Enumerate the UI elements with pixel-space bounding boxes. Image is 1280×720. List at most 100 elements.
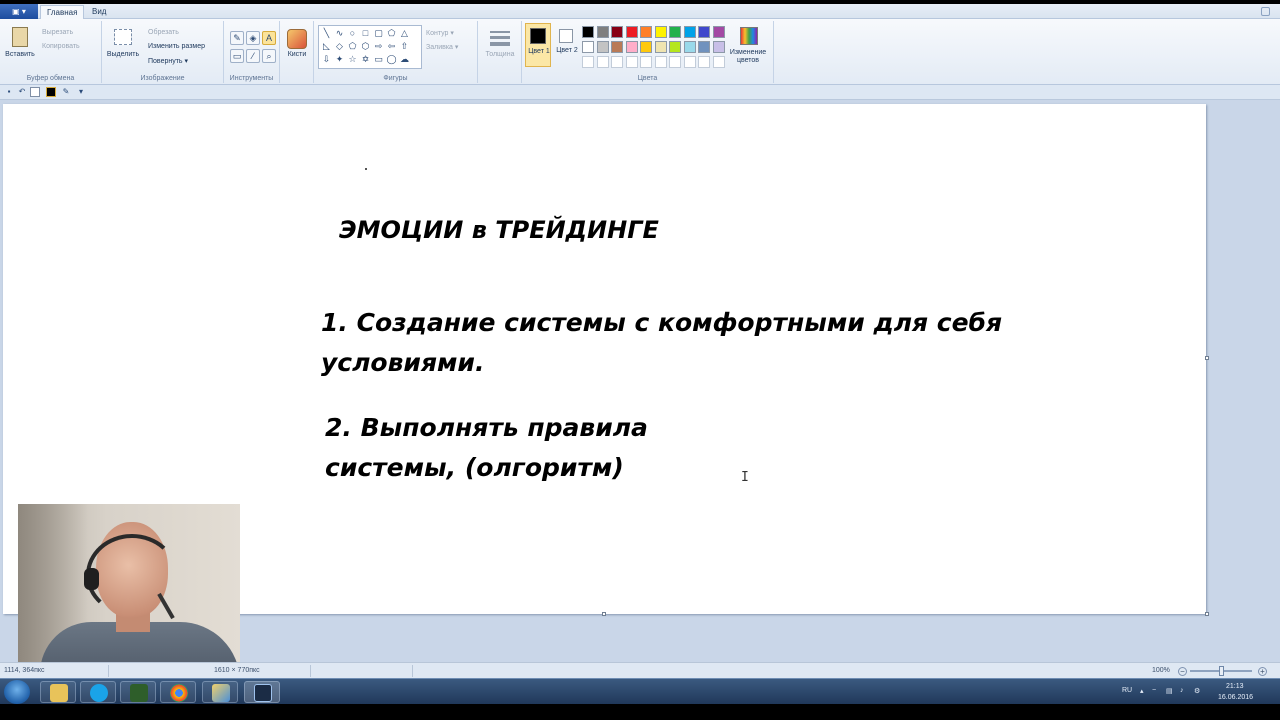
cut-button[interactable]: Вырезать	[42, 29, 73, 36]
empty-color-swatch[interactable]	[625, 56, 638, 68]
empty-color-swatch[interactable]	[640, 56, 652, 68]
fill-icon[interactable]: ◈	[246, 31, 260, 45]
triangle-shape-icon[interactable]: △	[399, 28, 410, 39]
color-swatch[interactable]	[625, 41, 638, 53]
color-swatch[interactable]	[712, 26, 725, 38]
brush-icon[interactable]	[287, 29, 307, 49]
paste-icon[interactable]	[12, 27, 28, 47]
callout-cloud-shape-icon[interactable]: ☁	[399, 54, 410, 65]
save-icon[interactable]: ▪	[4, 87, 14, 97]
crop-button[interactable]: Обрезать	[148, 29, 179, 36]
tray-expand-icon[interactable]: ▴	[1140, 687, 1144, 695]
arrow-down-shape-icon[interactable]: ⇩	[321, 54, 332, 65]
clock-date[interactable]: 16.06.2016	[1218, 694, 1253, 701]
empty-color-swatch[interactable]	[669, 56, 681, 68]
color-swatch[interactable]	[582, 26, 594, 38]
color-swatch[interactable]	[683, 26, 696, 38]
empty-color-swatch[interactable]	[683, 56, 696, 68]
zoom-out-button[interactable]: −	[1178, 667, 1187, 676]
rectangle-shape-icon[interactable]: □	[360, 28, 371, 39]
resize-button[interactable]: Изменить размер	[148, 43, 205, 50]
color-swatch[interactable]	[683, 41, 696, 53]
empty-color-swatch[interactable]	[654, 56, 667, 68]
fill-button[interactable]: Заливка ▾	[426, 43, 458, 51]
network-icon[interactable]: ▤	[1166, 687, 1173, 695]
new-icon[interactable]	[30, 87, 40, 97]
callout-oval-shape-icon[interactable]: ◯	[386, 54, 397, 65]
taskbar-paint[interactable]	[202, 681, 238, 703]
shapes-gallery[interactable]: ╲ ∿ ○ □ ▢ ⬠ △ ◺ ◇ ⬠ ⬡ ⇨ ⇦ ⇧ ⇩ ✦ ☆ ✡ ▭ ◯	[318, 25, 422, 69]
taskbar-explorer[interactable]	[40, 681, 76, 703]
zoom-in-button[interactable]: +	[1258, 667, 1267, 676]
color2-button[interactable]: Цвет 2	[554, 23, 580, 67]
copy-button[interactable]: Копировать	[42, 43, 80, 50]
paste-button[interactable]: Вставить	[2, 51, 38, 58]
right-triangle-shape-icon[interactable]: ◺	[321, 41, 332, 52]
color-swatch[interactable]	[640, 26, 652, 38]
language-indicator[interactable]: RU	[1122, 687, 1132, 694]
color-swatch[interactable]	[596, 26, 609, 38]
color-swatch[interactable]	[654, 41, 667, 53]
star5-shape-icon[interactable]: ☆	[347, 54, 358, 65]
color-swatch[interactable]	[596, 41, 609, 53]
taskbar-trading-app[interactable]	[120, 681, 156, 703]
outline-button[interactable]: Контур ▾	[426, 29, 454, 37]
empty-color-swatch[interactable]	[582, 56, 594, 68]
tab-home[interactable]: Главная	[40, 5, 85, 19]
taskbar-skype[interactable]	[80, 681, 116, 703]
color-swatch[interactable]	[582, 41, 594, 53]
zoom-slider-thumb[interactable]	[1219, 666, 1224, 676]
pencil-icon[interactable]: ✎	[230, 31, 244, 45]
eraser-icon[interactable]: ▭	[230, 49, 244, 63]
diamond-shape-icon[interactable]: ◇	[334, 41, 345, 52]
empty-color-swatch[interactable]	[596, 56, 609, 68]
tab-view[interactable]: Вид	[86, 5, 112, 19]
color-swatch[interactable]	[611, 26, 623, 38]
text-tool-icon[interactable]: A	[262, 31, 276, 45]
taskbar-recorder[interactable]	[244, 681, 280, 703]
color-swatch[interactable]	[698, 26, 710, 38]
empty-color-swatch[interactable]	[698, 56, 710, 68]
color1-button[interactable]: Цвет 1	[525, 23, 551, 67]
brushes-button[interactable]: Кисти	[280, 51, 314, 58]
star6-shape-icon[interactable]: ✡	[360, 54, 371, 65]
edit-colors-button[interactable]: Изменение цветов	[722, 49, 774, 65]
hexagon-shape-icon[interactable]: ⬡	[360, 41, 371, 52]
callout-rect-shape-icon[interactable]: ▭	[373, 54, 384, 65]
edit-colors-icon[interactable]	[740, 27, 758, 45]
pencil-icon[interactable]: ✎	[61, 87, 71, 97]
pentagon-shape-icon[interactable]: ⬠	[347, 41, 358, 52]
oval-shape-icon[interactable]: ○	[347, 28, 358, 39]
select-button[interactable]: Выделить	[102, 51, 144, 58]
resize-handle-corner[interactable]	[1205, 612, 1209, 616]
rounded-rect-shape-icon[interactable]: ▢	[373, 28, 384, 39]
curve-shape-icon[interactable]: ∿	[334, 28, 345, 39]
app-menu-button[interactable]: ▣ ▾	[0, 4, 38, 19]
line-shape-icon[interactable]: ╲	[321, 28, 332, 39]
color-swatch[interactable]	[654, 26, 667, 38]
volume-icon[interactable]: ♪	[1180, 687, 1184, 694]
start-button[interactable]	[4, 680, 30, 704]
color-swatch[interactable]	[611, 41, 623, 53]
star4-shape-icon[interactable]: ✦	[334, 54, 345, 65]
settings-icon[interactable]: ⚙	[1194, 687, 1200, 695]
arrow-left-shape-icon[interactable]: ⇦	[386, 41, 397, 52]
color-swatch[interactable]	[625, 26, 638, 38]
clock-time[interactable]: 21:13	[1226, 683, 1244, 690]
customize-chevron-down-icon[interactable]: ▾	[76, 87, 86, 97]
rotate-button[interactable]: Повернуть ▾	[148, 57, 188, 65]
tray-minus-icon[interactable]: −	[1152, 687, 1156, 694]
resize-handle-right[interactable]	[1205, 356, 1209, 360]
undo-icon[interactable]: ↶	[17, 87, 27, 97]
ribbon-help-icon[interactable]	[1261, 7, 1270, 16]
polygon-shape-icon[interactable]: ⬠	[386, 28, 397, 39]
color-icon[interactable]	[46, 87, 56, 97]
empty-color-swatch[interactable]	[611, 56, 623, 68]
resize-handle-bottom[interactable]	[602, 612, 606, 616]
magnifier-icon[interactable]: ⌕	[262, 49, 276, 63]
size-button[interactable]: Толщина	[478, 51, 522, 58]
color-swatch[interactable]	[669, 26, 681, 38]
taskbar-chrome[interactable]	[160, 681, 196, 703]
arrow-right-shape-icon[interactable]: ⇨	[373, 41, 384, 52]
color-swatch[interactable]	[640, 41, 652, 53]
